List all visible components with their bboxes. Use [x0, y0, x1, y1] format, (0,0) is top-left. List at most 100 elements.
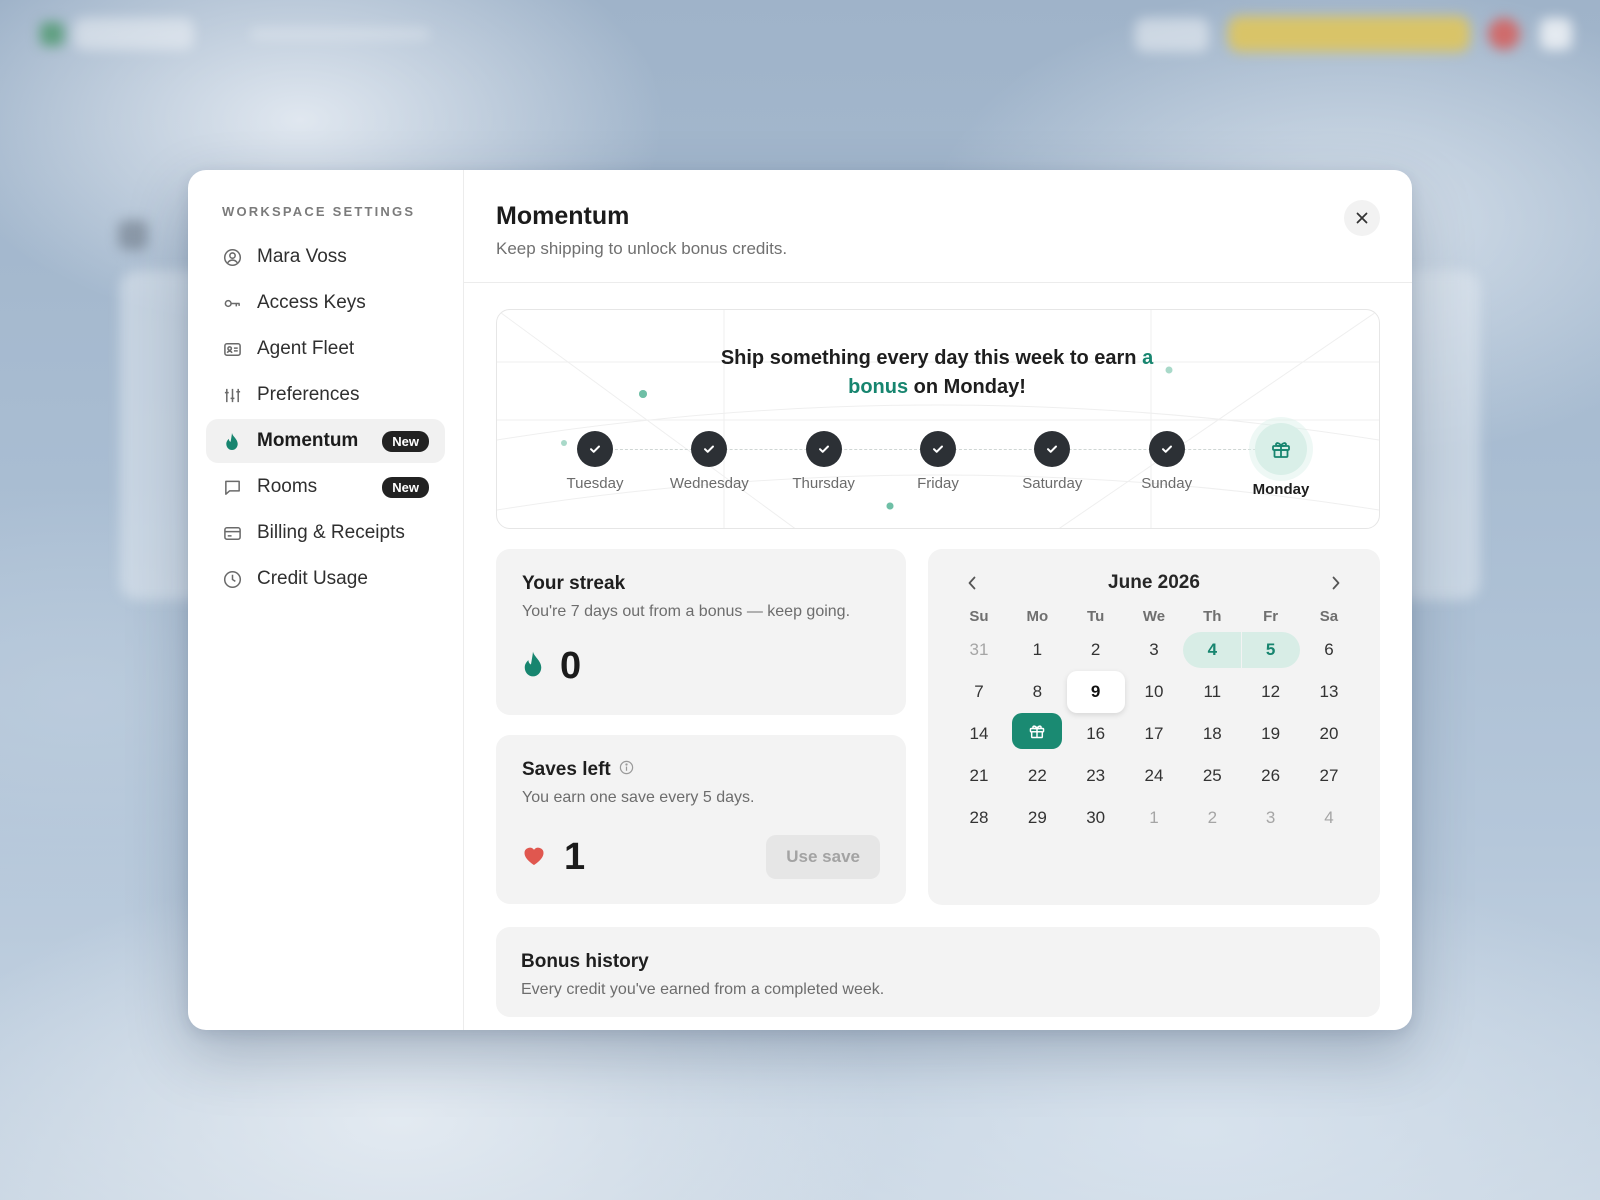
calendar-day-bonus[interactable] [1012, 713, 1063, 749]
saves-card: Saves left You earn one save every 5 day… [496, 735, 906, 904]
sidebar-item-access-keys[interactable]: Access Keys [206, 281, 445, 325]
check-icon [1148, 431, 1185, 467]
weekday-label: Fr [1263, 608, 1279, 625]
calendar-day[interactable]: 3 [1125, 632, 1183, 668]
calendar-day[interactable]: 12 [1242, 674, 1300, 710]
day-label: Thursday [792, 475, 855, 492]
prev-month-button[interactable] [960, 571, 984, 595]
sidebar-item-mara-voss[interactable]: Mara Voss [206, 235, 445, 279]
panel-header: Momentum Keep shipping to unlock bonus c… [464, 170, 1412, 283]
sidebar-item-credit-usage[interactable]: Credit Usage [206, 557, 445, 601]
calendar-day[interactable]: 2 [1067, 632, 1125, 668]
saves-count: 1 [564, 835, 586, 878]
day-track: Tuesday Wednesday Thursday Friday Saturd… [555, 423, 1321, 507]
calendar-day[interactable]: 30 [1067, 800, 1125, 836]
calendar-day[interactable]: 25 [1183, 758, 1241, 794]
info-icon[interactable] [619, 759, 634, 781]
next-month-button[interactable] [1324, 571, 1348, 595]
calendar-day[interactable]: 13 [1300, 674, 1358, 710]
weekday-label: Su [969, 608, 989, 625]
calendar-day[interactable]: 22 [1008, 758, 1066, 794]
background-avatar [1488, 18, 1520, 50]
day-label: Tuesday [566, 475, 624, 492]
streak-count: 0 [560, 645, 582, 687]
sidebar-item-preferences[interactable]: Preferences [206, 373, 445, 417]
heart-icon [522, 844, 546, 871]
bonus-history-title: Bonus history [521, 951, 649, 972]
day-label: Friday [917, 475, 959, 492]
weekday-label: Sa [1319, 608, 1339, 625]
sidebar-item-label: Agent Fleet [257, 338, 355, 359]
calendar-day[interactable]: 21 [950, 758, 1008, 794]
background-workspace-pill [74, 18, 194, 50]
flame-icon [222, 431, 242, 451]
sidebar-item-momentum[interactable]: Momentum New [206, 419, 445, 463]
day-label: Monday [1252, 481, 1310, 498]
calendar-day[interactable]: 16 [1067, 716, 1125, 752]
calendar-day[interactable]: 17 [1125, 716, 1183, 752]
bonus-history-subtitle: Every credit you've earned from a comple… [521, 981, 885, 998]
day-step-wednesday: Wednesday [669, 427, 749, 498]
weekday-label: Th [1203, 608, 1222, 625]
check-icon [577, 431, 613, 467]
clock-icon [222, 569, 242, 589]
weekday-label: We [1142, 608, 1166, 625]
chevron-right-icon [1332, 576, 1340, 590]
calendar-day[interactable]: 3 [1242, 800, 1300, 836]
credit-card-icon [222, 523, 242, 543]
chat-bubble-icon [222, 477, 242, 497]
calendar-day[interactable]: 19 [1242, 716, 1300, 752]
calendar-day[interactable]: 2 [1183, 800, 1241, 836]
streak-title: Your streak [522, 573, 626, 594]
calendar-day[interactable]: 24 [1125, 758, 1183, 794]
calendar-day[interactable]: 29 [1008, 800, 1066, 836]
calendar-day[interactable]: 28 [950, 800, 1008, 836]
calendar-day[interactable]: 31 [950, 632, 1008, 668]
calendar-day[interactable]: 4 [1300, 800, 1358, 836]
close-button[interactable] [1344, 200, 1380, 236]
headline-text: Ship something every day this week to ea… [720, 347, 1143, 369]
day-step-friday: Friday [898, 427, 978, 498]
sidebar-item-label: Credit Usage [257, 568, 368, 589]
calendar-day[interactable]: 23 [1067, 758, 1125, 794]
settings-modal: WORKSPACE SETTINGS Mara Voss Access Keys… [188, 170, 1412, 1030]
day-label: Saturday [1022, 475, 1083, 492]
calendar-day[interactable]: 26 [1242, 758, 1300, 794]
calendar-day[interactable]: 20 [1300, 716, 1358, 752]
tracker-headline: Ship something every day this week to ea… [697, 344, 1177, 402]
calendar-day-highlighted[interactable]: 5 [1241, 632, 1300, 668]
sidebar-title: WORKSPACE SETTINGS [222, 204, 416, 219]
calendar-day-today[interactable]: 9 [1066, 671, 1125, 713]
sidebar-item-label: Preferences [257, 384, 360, 405]
calendar-day-highlighted[interactable]: 4 [1183, 632, 1242, 668]
calendar-day[interactable]: 11 [1183, 674, 1241, 710]
background-menu-button [1540, 18, 1572, 50]
sidebar-item-label: Access Keys [257, 292, 366, 313]
calendar-day[interactable]: 1 [1008, 632, 1066, 668]
new-badge: New [382, 430, 429, 452]
key-icon [222, 293, 242, 313]
sidebar-item-label: Momentum [257, 430, 359, 451]
sidebar-item-billing[interactable]: Billing & Receipts [206, 511, 445, 555]
check-icon [1034, 431, 1071, 467]
background-button [1135, 18, 1209, 52]
sidebar-item-label: Rooms [257, 476, 318, 497]
streak-subtitle: You're 7 days out from a bonus — keep go… [522, 603, 851, 620]
calendar-day[interactable]: 1 [1125, 800, 1183, 836]
background-breadcrumb [250, 28, 430, 40]
sidebar-item-rooms[interactable]: Rooms New [206, 465, 445, 509]
weekday-label: Tu [1087, 608, 1105, 625]
calendar-day[interactable]: 14 [950, 716, 1008, 752]
calendar-day[interactable]: 8 [1008, 674, 1066, 710]
calendar-day[interactable]: 7 [950, 674, 1008, 710]
sidebar-item-agent-fleet[interactable]: Agent Fleet [206, 327, 445, 371]
calendar-day[interactable]: 27 [1300, 758, 1358, 794]
calendar-month: June 2026 [1108, 572, 1200, 593]
calendar-day[interactable]: 10 [1125, 674, 1183, 710]
calendar-day[interactable]: 6 [1300, 632, 1358, 668]
calendar-day[interactable]: 18 [1183, 716, 1241, 752]
bonus-history-card: Bonus history Every credit you've earned… [496, 927, 1380, 1017]
sidebar-item-label: Billing & Receipts [257, 522, 405, 543]
chevron-left-icon [968, 576, 976, 590]
use-save-button[interactable]: Use save [766, 835, 880, 879]
